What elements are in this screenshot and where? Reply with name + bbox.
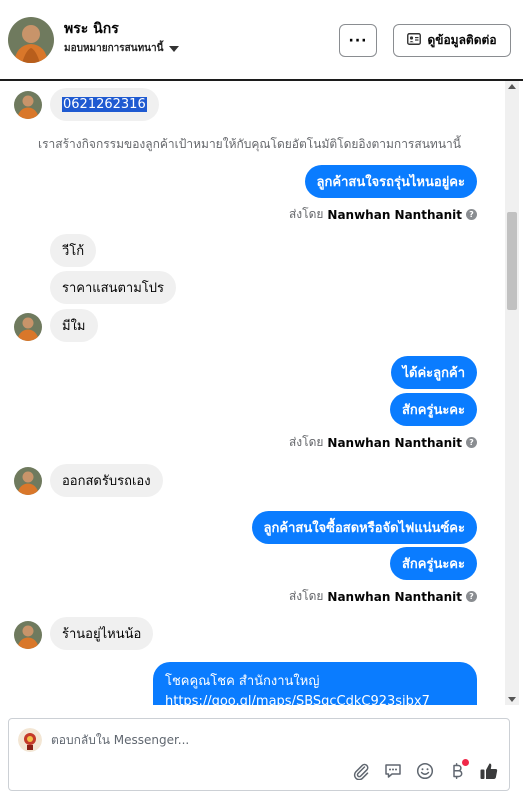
- incoming-message[interactable]: วีโก้: [50, 234, 97, 267]
- outgoing-message[interactable]: สักครู่นะคะ: [389, 393, 477, 426]
- incoming-message[interactable]: ร้านอยู่ไหนน้อ: [50, 617, 154, 650]
- saved-replies-icon[interactable]: [383, 761, 403, 781]
- outgoing-message[interactable]: สักครู่นะคะ: [389, 547, 477, 580]
- incoming-message[interactable]: ราคาแสนตามโปร: [50, 271, 177, 304]
- scroll-down-icon[interactable]: [508, 697, 516, 702]
- payment-icon[interactable]: [447, 759, 469, 781]
- help-icon[interactable]: ?: [466, 591, 477, 602]
- caret-down-icon: [169, 45, 180, 52]
- thread-scrollbar[interactable]: [505, 81, 519, 705]
- sent-by-label: ส่งโดย Nanwhan Nanthanit ?: [289, 587, 477, 606]
- contact-avatar-small: [14, 467, 42, 495]
- outgoing-message[interactable]: ลูกค้าสนใจซื้อสดหรือจัดไฟแน่นซ์คะ: [251, 511, 477, 544]
- sender-name: Nanwhan Nanthanit: [327, 589, 462, 604]
- reply-composer: [8, 718, 510, 791]
- scroll-up-icon[interactable]: [508, 84, 516, 89]
- view-contact-button[interactable]: ดูข้อมูลติดต่อ: [393, 24, 511, 57]
- outgoing-location-message[interactable]: โชคคูณโชค สำนักงานใหญ่ https://goo.gl/ma…: [153, 662, 477, 705]
- view-contact-label: ดูข้อมูลติดต่อ: [427, 33, 497, 47]
- reply-input[interactable]: [51, 730, 351, 750]
- conversation-header: พระ นิกร มอบหมายการสนทนานี้ ··· ดูข้อมูล…: [0, 0, 523, 81]
- sent-by-prefix: ส่งโดย: [288, 589, 324, 603]
- assign-conversation-dropdown[interactable]: มอบหมายการสนทนานี้: [64, 41, 180, 56]
- sent-by-prefix: ส่งโดย: [288, 435, 324, 449]
- incoming-message[interactable]: 0621262316: [50, 88, 159, 121]
- outgoing-message[interactable]: ได้ค่ะลูกค้า: [390, 356, 477, 389]
- map-link[interactable]: https://goo.gl/maps/SBSqcCdkC923sjbx7: [165, 694, 465, 705]
- composer-toolbar: [351, 759, 499, 781]
- contact-card-icon: [407, 33, 422, 48]
- phone-number[interactable]: 0621262316: [62, 97, 147, 112]
- contact-avatar-small: [14, 621, 42, 649]
- location-title: โชคคูณโชค สำนักงานใหญ่: [165, 674, 320, 689]
- message-thread[interactable]: 0621262316 เราสร้างกิจกรรมของลูกค้าเป้าห…: [0, 81, 505, 705]
- contact-avatar[interactable]: [8, 17, 54, 63]
- contact-name: พระ นิกร: [64, 21, 119, 37]
- sent-by-label: ส่งโดย Nanwhan Nanthanit ?: [289, 205, 477, 224]
- more-icon: ···: [348, 32, 368, 49]
- help-icon[interactable]: ?: [466, 437, 477, 448]
- incoming-message[interactable]: ออกสดรับรถเอง: [50, 464, 163, 497]
- like-icon[interactable]: [479, 761, 499, 781]
- contact-avatar-small: [14, 91, 42, 119]
- contact-avatar-small: [14, 313, 42, 341]
- assign-label: มอบหมายการสนทนานี้: [64, 43, 164, 54]
- more-options-button[interactable]: ···: [339, 24, 377, 57]
- attach-icon[interactable]: [351, 761, 371, 781]
- scroll-thumb[interactable]: [507, 212, 517, 310]
- sent-by-label: ส่งโดย Nanwhan Nanthanit ?: [289, 433, 477, 452]
- incoming-message[interactable]: มีใม: [50, 309, 98, 342]
- page-avatar: [18, 728, 42, 752]
- notification-dot: [462, 759, 469, 766]
- messenger-panel: พระ นิกร มอบหมายการสนทนานี้ ··· ดูข้อมูล…: [0, 0, 523, 809]
- outgoing-message[interactable]: ลูกค้าสนใจรถรุ่นไหนอยู่คะ: [304, 165, 477, 198]
- help-icon[interactable]: ?: [466, 209, 477, 220]
- sender-name: Nanwhan Nanthanit: [327, 435, 462, 450]
- emoji-icon[interactable]: [415, 761, 435, 781]
- system-note: เราสร้างกิจกรรมของลูกค้าเป้าหมายให้กับคุ…: [38, 137, 461, 151]
- sender-name: Nanwhan Nanthanit: [327, 207, 462, 222]
- sent-by-prefix: ส่งโดย: [288, 207, 324, 221]
